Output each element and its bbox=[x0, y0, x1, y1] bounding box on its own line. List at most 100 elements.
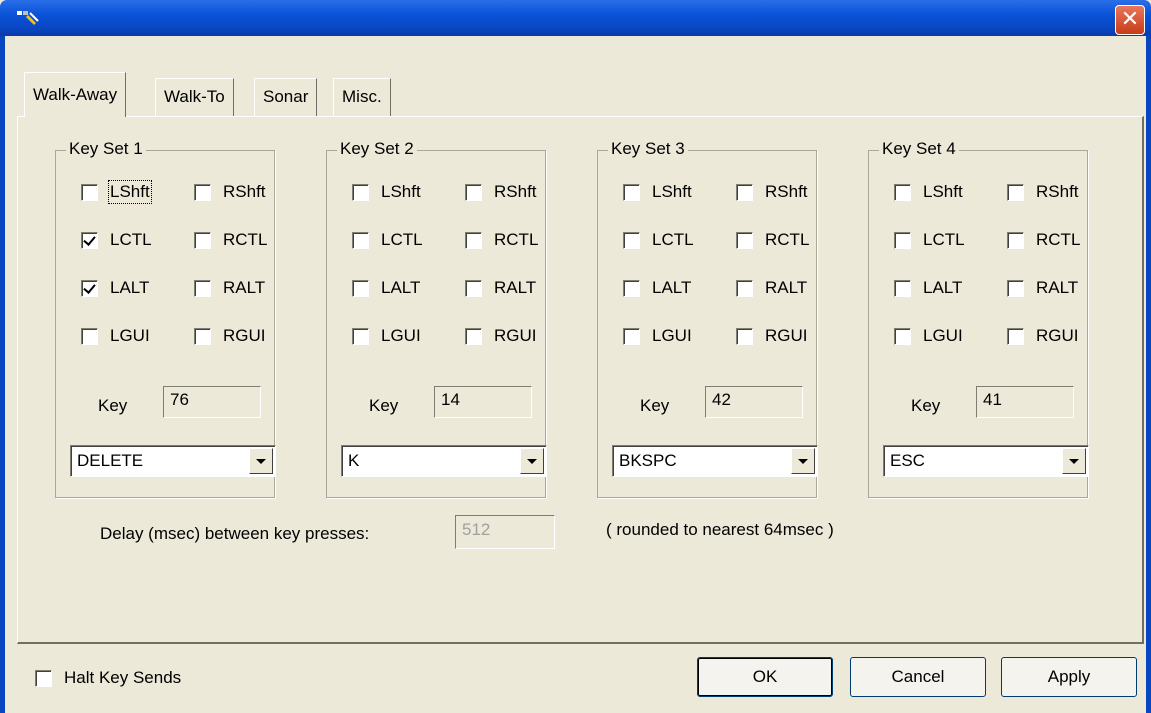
modifier-checkbox-rgui[interactable]: RGUI bbox=[465, 326, 537, 346]
checkbox-box[interactable] bbox=[352, 183, 369, 201]
checkbox-box[interactable] bbox=[623, 279, 640, 297]
checkbox-box[interactable] bbox=[1007, 279, 1024, 297]
checkbox-box[interactable] bbox=[736, 327, 753, 345]
tab-walk-away[interactable]: Walk-Away bbox=[24, 72, 127, 117]
modifier-checkbox-rshft[interactable]: RShft bbox=[736, 182, 808, 202]
checkbox-box[interactable] bbox=[194, 183, 211, 201]
checkbox-box[interactable] bbox=[35, 669, 52, 687]
checkbox-box[interactable] bbox=[894, 231, 911, 249]
modifier-checkbox-lctl[interactable]: LCTL bbox=[81, 230, 152, 250]
checkbox-box[interactable] bbox=[352, 327, 369, 345]
checkbox-box[interactable] bbox=[623, 183, 640, 201]
key-set-title: Key Set 4 bbox=[879, 139, 959, 159]
dropdown-arrow-icon[interactable] bbox=[791, 448, 815, 474]
modifier-label: RShft bbox=[1036, 182, 1079, 201]
modifier-checkbox-rshft[interactable]: RShft bbox=[194, 182, 266, 202]
modifier-checkbox-rgui[interactable]: RGUI bbox=[1007, 326, 1079, 346]
modifier-label: RShft bbox=[223, 182, 266, 201]
checkbox-box[interactable] bbox=[194, 231, 211, 249]
apply-button[interactable]: Apply bbox=[1001, 657, 1137, 697]
modifier-checkbox-lctl[interactable]: LCTL bbox=[623, 230, 694, 250]
modifier-label: LALT bbox=[652, 278, 692, 297]
checkmark-icon[interactable] bbox=[81, 231, 98, 249]
modifier-checkbox-ralt[interactable]: RALT bbox=[194, 278, 265, 298]
checkbox-box[interactable] bbox=[894, 327, 911, 345]
modifier-label: LShft bbox=[652, 182, 692, 201]
modifier-checkbox-rctl[interactable]: RCTL bbox=[736, 230, 809, 250]
key-select-dropdown[interactable]: DELETE bbox=[70, 445, 276, 477]
modifier-checkbox-lshft[interactable]: LShft bbox=[894, 182, 963, 202]
modifier-checkbox-lctl[interactable]: LCTL bbox=[352, 230, 423, 250]
modifier-checkbox-rctl[interactable]: RCTL bbox=[465, 230, 538, 250]
modifier-checkbox-rctl[interactable]: RCTL bbox=[194, 230, 267, 250]
checkbox-box[interactable] bbox=[465, 279, 482, 297]
close-icon: ✕ bbox=[1120, 7, 1140, 32]
modifier-checkbox-rgui[interactable]: RGUI bbox=[736, 326, 808, 346]
tab-sonar[interactable]: Sonar bbox=[254, 78, 318, 116]
modifier-checkbox-rshft[interactable]: RShft bbox=[1007, 182, 1079, 202]
modifier-checkbox-lctl[interactable]: LCTL bbox=[894, 230, 965, 250]
key-select-dropdown[interactable]: ESC bbox=[883, 445, 1089, 477]
checkbox-box[interactable] bbox=[894, 279, 911, 297]
modifier-checkbox-lgui[interactable]: LGUI bbox=[894, 326, 963, 346]
tab-walk-to[interactable]: Walk-To bbox=[155, 78, 234, 116]
checkbox-box[interactable] bbox=[465, 327, 482, 345]
modifier-checkbox-ralt[interactable]: RALT bbox=[1007, 278, 1078, 298]
title-bar: ✕ bbox=[0, 0, 1151, 36]
ok-button[interactable]: OK bbox=[697, 657, 833, 697]
modifier-label: LCTL bbox=[923, 230, 965, 249]
checkbox-box[interactable] bbox=[623, 231, 640, 249]
modifier-label: LCTL bbox=[110, 230, 152, 249]
modifier-checkbox-ralt[interactable]: RALT bbox=[736, 278, 807, 298]
checkbox-box[interactable] bbox=[352, 231, 369, 249]
checkbox-box[interactable] bbox=[1007, 183, 1024, 201]
checkbox-box[interactable] bbox=[736, 183, 753, 201]
dropdown-arrow-icon[interactable] bbox=[249, 448, 273, 474]
modifier-checkbox-lgui[interactable]: LGUI bbox=[81, 326, 150, 346]
key-select-dropdown[interactable]: K bbox=[341, 445, 547, 477]
modifier-checkbox-ralt[interactable]: RALT bbox=[465, 278, 536, 298]
modifier-checkbox-rctl[interactable]: RCTL bbox=[1007, 230, 1080, 250]
modifier-label: RGUI bbox=[1036, 326, 1079, 345]
close-button[interactable]: ✕ bbox=[1115, 5, 1145, 35]
checkbox-box[interactable] bbox=[194, 327, 211, 345]
modifier-label: LShft bbox=[381, 182, 421, 201]
halt-key-sends-checkbox[interactable]: Halt Key Sends bbox=[35, 668, 181, 688]
checkbox-box[interactable] bbox=[81, 183, 98, 201]
modifier-label: RALT bbox=[223, 278, 266, 297]
checkbox-box[interactable] bbox=[465, 183, 482, 201]
key-label: Key bbox=[98, 396, 128, 415]
checkbox-box[interactable] bbox=[352, 279, 369, 297]
checkbox-box[interactable] bbox=[81, 327, 98, 345]
modifier-checkbox-lalt[interactable]: LALT bbox=[623, 278, 691, 298]
modifier-label: RShft bbox=[494, 182, 537, 201]
delay-label: Delay (msec) between key presses: bbox=[100, 524, 370, 543]
modifier-checkbox-lalt[interactable]: LALT bbox=[81, 278, 149, 298]
checkmark-icon[interactable] bbox=[81, 279, 98, 297]
checkbox-box[interactable] bbox=[465, 231, 482, 249]
modifier-checkbox-lgui[interactable]: LGUI bbox=[623, 326, 692, 346]
checkbox-box[interactable] bbox=[1007, 327, 1024, 345]
modifier-checkbox-lgui[interactable]: LGUI bbox=[352, 326, 421, 346]
modifier-checkbox-lshft[interactable]: LShft bbox=[623, 182, 692, 202]
modifier-label: RALT bbox=[494, 278, 537, 297]
selected-key: ESC bbox=[890, 451, 925, 470]
modifier-checkbox-rgui[interactable]: RGUI bbox=[194, 326, 266, 346]
modifier-checkbox-lalt[interactable]: LALT bbox=[352, 278, 420, 298]
modifier-checkbox-rshft[interactable]: RShft bbox=[465, 182, 537, 202]
checkbox-box[interactable] bbox=[623, 327, 640, 345]
checkbox-box[interactable] bbox=[736, 231, 753, 249]
checkbox-box[interactable] bbox=[1007, 231, 1024, 249]
checkbox-box[interactable] bbox=[736, 279, 753, 297]
checkbox-box[interactable] bbox=[894, 183, 911, 201]
modifier-checkbox-lshft[interactable]: LShft bbox=[352, 182, 421, 202]
cancel-button[interactable]: Cancel bbox=[850, 657, 986, 697]
tab-misc[interactable]: Misc. bbox=[333, 78, 391, 116]
checkbox-box[interactable] bbox=[194, 279, 211, 297]
key-select-dropdown[interactable]: BKSPC bbox=[612, 445, 818, 477]
dropdown-arrow-icon[interactable] bbox=[520, 448, 544, 474]
key-set-title: Key Set 1 bbox=[66, 139, 146, 159]
dropdown-arrow-icon[interactable] bbox=[1062, 448, 1086, 474]
modifier-checkbox-lalt[interactable]: LALT bbox=[894, 278, 962, 298]
modifier-checkbox-lshft[interactable]: LShft bbox=[81, 180, 152, 204]
